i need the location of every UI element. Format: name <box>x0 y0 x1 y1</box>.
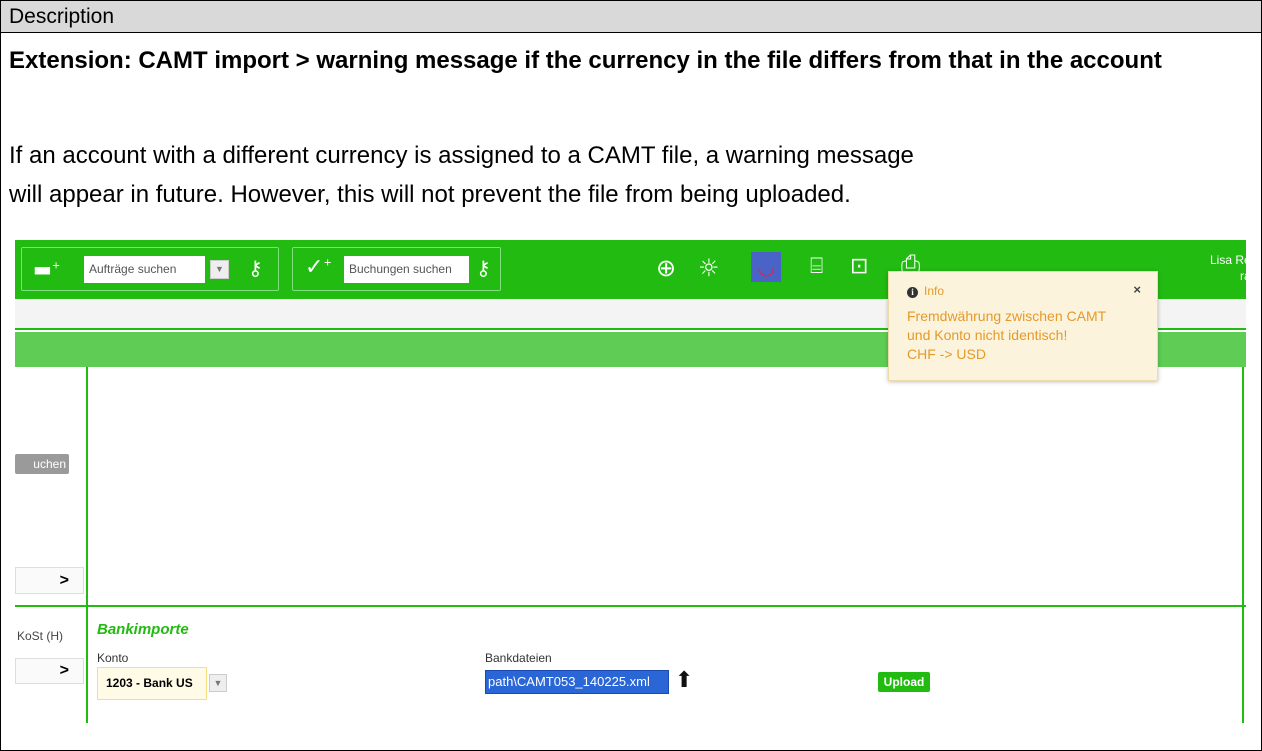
konto-select[interactable]: 1203 - Bank US <box>97 667 207 700</box>
globe-icon[interactable]: ⊕ <box>656 254 676 282</box>
chat-icon[interactable]: ⌸ <box>810 254 823 279</box>
description-line: If an account with a different currency … <box>9 142 914 169</box>
toast-heading: i Info <box>907 284 944 298</box>
user-name-line: Lisa Reiche <box>1210 253 1246 267</box>
divider <box>15 605 1246 607</box>
chevron-down-icon[interactable]: ▼ <box>209 674 227 692</box>
search-bookings-input[interactable]: Buchungen suchen <box>344 256 469 283</box>
next-arrow-button[interactable]: > <box>15 567 84 594</box>
bankimporte-title: Bankimporte <box>97 621 189 638</box>
file-path-input[interactable]: path\CAMT053_140225.xml <box>485 670 669 694</box>
tui-logo-icon[interactable]: ◡ <box>751 252 781 282</box>
sun-icon[interactable]: ☼ <box>698 254 720 282</box>
toast-line: Fremdwährung zwischen CAMT <box>907 308 1107 324</box>
section-header: Description <box>0 0 1262 33</box>
toast-line: CHF -> USD <box>907 346 986 362</box>
upload-button[interactable]: Upload <box>878 672 930 692</box>
card-plus-icon[interactable]: ▬+ <box>33 257 60 281</box>
divider <box>1242 367 1244 723</box>
bookings-search-group: ✓+ Buchungen suchen ⚷ <box>292 247 501 291</box>
key-icon[interactable]: ⚷ <box>476 256 491 280</box>
user-role-line: ral <box>1240 269 1246 283</box>
user-name[interactable]: Lisa Reiche ral <box>1210 252 1246 284</box>
app-screenshot: ▬+ Aufträge suchen ▼ ⚷ ✓+ Buchungen such… <box>15 240 1246 723</box>
konto-label: Konto <box>97 651 129 665</box>
toast-line: und Konto nicht identisch! <box>907 327 1068 343</box>
kost-label: KoSt (H) <box>17 629 64 643</box>
bankdateien-label: Bankdateien <box>485 651 552 665</box>
toast-message: Fremdwährung zwischen CAMT und Konto nic… <box>907 307 1147 364</box>
toast-heading-text: Info <box>924 284 945 298</box>
info-toast: i Info × Fremdwährung zwischen CAMT und K… <box>888 271 1158 381</box>
check-plus-icon[interactable]: ✓+ <box>305 255 332 280</box>
search-orders-input[interactable]: Aufträge suchen <box>84 256 205 283</box>
next-arrow-button[interactable]: > <box>15 658 84 684</box>
key-icon[interactable]: ⚷ <box>248 256 263 280</box>
orders-search-group: ▬+ Aufträge suchen ▼ ⚷ <box>21 247 279 291</box>
feature-description: If an account with a different currency … <box>9 136 1249 214</box>
description-line: will appear in future. However, this wil… <box>9 181 851 208</box>
close-icon[interactable]: × <box>1133 282 1141 297</box>
divider <box>86 367 88 723</box>
upload-icon[interactable]: ⬆ <box>675 668 693 694</box>
chat-icon[interactable]: ⊡ <box>850 254 868 279</box>
chevron-down-icon[interactable]: ▼ <box>210 260 229 279</box>
search-button[interactable]: uchen <box>15 454 69 474</box>
feature-title: Extension: CAMT import > warning message… <box>9 47 1162 74</box>
info-icon: i <box>907 287 918 298</box>
